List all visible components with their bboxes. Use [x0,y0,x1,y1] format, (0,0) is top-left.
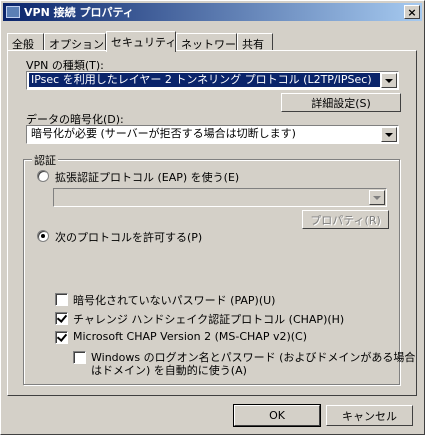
close-button[interactable]: × [404,5,420,19]
tab-networking[interactable]: ネットワーク [176,33,247,51]
cancel-button[interactable]: キャンセル [326,405,413,426]
vpn-type-value: IPsec を利用したレイヤー 2 トンネリング プロトコル (L2TP/IPS… [29,73,380,87]
tab-sharing[interactable]: 共有 [237,33,273,51]
properties-window: VPN 接続 プロパティ × 全般 オプション セキュリティ ネットワーク 共有… [0,0,425,435]
eap-type-value [56,190,368,204]
tab-options[interactable]: オプション [44,33,106,51]
ok-button[interactable]: OK [233,404,321,427]
eap-radio[interactable] [37,170,49,182]
eap-radio-label[interactable]: 拡張認証プロトコル (EAP) を使う(E) [55,169,239,185]
chap-checkbox[interactable] [55,312,68,325]
encryption-value: 暗号化が必要 (サーバーが拒否する場合は切断します) [31,127,296,140]
title-bar[interactable]: VPN 接続 プロパティ × [3,3,422,21]
authentication-group-label: 認証 [32,152,58,168]
encryption-select[interactable]: 暗号化が必要 (サーバーが拒否する場合は切断します) [26,125,399,144]
pap-label[interactable]: 暗号化されていないパスワード (PAP)(U) [73,292,275,308]
dropdown-arrow-icon[interactable] [381,127,397,142]
eap-type-select [53,188,387,207]
allow-protocols-radio[interactable] [37,230,49,242]
tab-security[interactable]: セキュリティ [106,31,176,52]
close-icon: × [407,5,417,19]
tab-general[interactable]: 全般 [7,33,44,51]
allow-protocols-radio-label[interactable]: 次のプロトコルを許可する(P) [55,229,202,245]
pap-checkbox[interactable] [55,293,68,306]
window-title: VPN 接続 プロパティ [24,6,134,19]
dropdown-arrow-icon[interactable] [381,73,397,88]
windows-logon-label-line2[interactable]: はドメイン) を自動的に使う(A) [91,362,247,378]
network-connection-icon [6,6,20,18]
vpn-type-select[interactable]: IPsec を利用したレイヤー 2 トンネリング プロトコル (L2TP/IPS… [26,71,399,90]
eap-properties-button: プロパティ(R) [302,210,389,229]
mschap-v2-checkbox[interactable] [55,331,68,344]
mschap-v2-label[interactable]: Microsoft CHAP Version 2 (MS-CHAP v2)(C) [73,330,307,343]
dropdown-arrow-icon [369,190,385,205]
advanced-settings-button[interactable]: 詳細設定(S) [281,93,401,112]
windows-logon-checkbox[interactable] [73,351,86,364]
chap-label[interactable]: チャレンジ ハンドシェイク認証プロトコル (CHAP)(H) [73,311,344,327]
